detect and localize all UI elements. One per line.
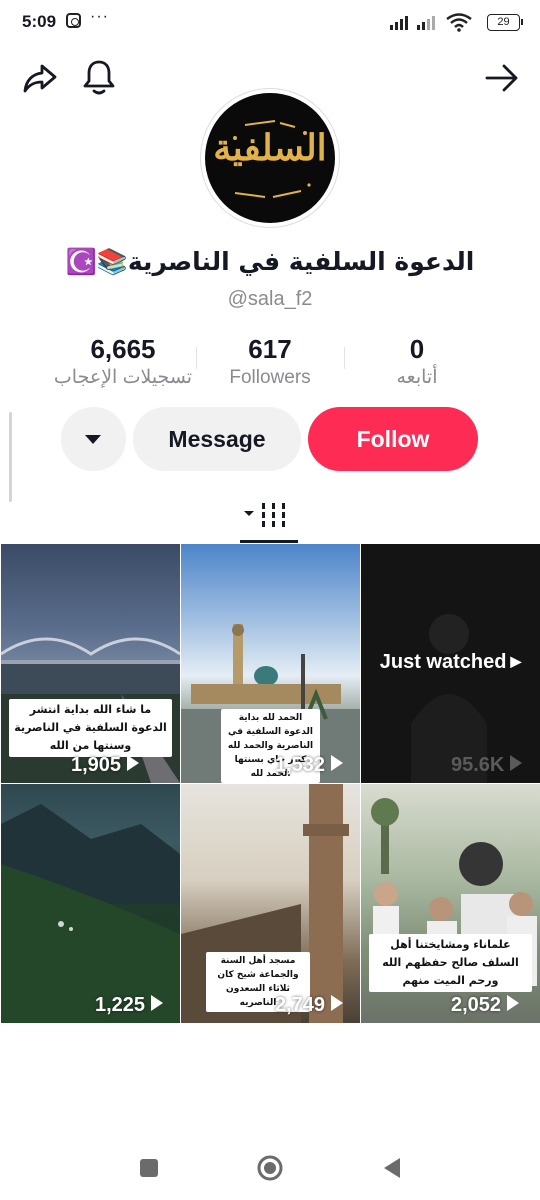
play-icon — [331, 995, 344, 1011]
status-icons: 29 — [360, 12, 523, 32]
message-button[interactable]: Message — [133, 407, 301, 471]
followers-count: 617 — [248, 334, 292, 364]
stat-followers[interactable]: 617 Followers — [195, 333, 345, 391]
avatar-calligraphy: السلفية — [213, 127, 327, 169]
video-caption: ما شاء الله بداية انتشر الدعوة السلفية ف… — [9, 699, 172, 757]
play-icon — [510, 755, 523, 771]
follow-button[interactable]: Follow — [308, 407, 478, 471]
view-count-value: 2,052 — [451, 994, 502, 1016]
view-count: 1,532 — [275, 754, 344, 777]
signal-icon — [390, 16, 408, 30]
tab-videos[interactable] — [240, 495, 298, 541]
arrow-right-icon[interactable] — [484, 62, 520, 94]
bell-icon[interactable] — [82, 58, 116, 96]
following-count: 0 — [409, 334, 425, 364]
likes-label: تسجيلات الإعجاب — [53, 367, 193, 388]
video-thumbnail[interactable]: ما شاء الله بداية انتشر الدعوة السلفية ف… — [1, 544, 180, 783]
wifi-icon — [446, 13, 472, 32]
status-bar: 5:09 ··· 29 — [0, 0, 540, 46]
recents-icon[interactable] — [138, 1157, 160, 1179]
video-thumbnail[interactable]: علماناء ومشايختنا أهل السلف صالح حفظهم ا… — [361, 784, 540, 1023]
suggested-accounts-button[interactable] — [61, 407, 126, 471]
status-time: 5:09 — [22, 12, 57, 31]
video-thumbnail-watched[interactable]: Just watched ▶ 95.6K — [361, 544, 540, 783]
view-count: 1,905 — [71, 754, 140, 777]
view-count-value: 95.6K — [451, 754, 505, 776]
username: @sala_f2 — [227, 288, 313, 310]
video-thumbnail[interactable]: مسجد أهل السنة والجماعة شيخ كان ثلاثاء ا… — [181, 784, 360, 1023]
just-watched-text: Just watched — [379, 651, 507, 673]
view-count: 95.6K — [451, 754, 523, 777]
system-navigation-bar — [0, 1140, 540, 1200]
play-icon — [127, 755, 140, 771]
scroll-indicator — [9, 412, 12, 502]
view-count-value: 1,225 — [95, 994, 146, 1016]
followers-label: Followers — [229, 367, 311, 388]
video-thumbnail[interactable]: الحمد لله بداية الدعوة السلفية في الناصر… — [181, 544, 360, 783]
tab-indicator — [240, 540, 298, 543]
battery-icon: 29 — [487, 14, 523, 31]
videos-grid-icon — [244, 503, 285, 527]
video-caption: علماناء ومشايختنا أهل السلف صالح حفظهم ا… — [369, 934, 532, 992]
play-icon — [151, 995, 164, 1011]
avatar[interactable]: السلفية — [200, 88, 340, 228]
home-icon[interactable] — [256, 1154, 284, 1182]
mountain-image — [1, 804, 180, 1023]
view-count: 2,052 — [451, 994, 520, 1017]
share-icon[interactable] — [22, 60, 58, 96]
avatar-image: السلفية — [205, 93, 335, 223]
just-watched-label: Just watched ▶ — [361, 651, 540, 674]
video-thumbnail[interactable]: 1,225 — [1, 784, 180, 1023]
play-icon — [331, 755, 344, 771]
likes-count: 6,665 — [90, 334, 156, 364]
view-count: 2,749 — [275, 994, 344, 1017]
more-notifications-icon: ··· — [90, 8, 109, 25]
stat-following[interactable]: 0 أتابعه — [342, 333, 492, 391]
play-icon — [507, 995, 520, 1011]
instagram-notification-icon — [66, 13, 81, 28]
play-small-icon: ▶ — [510, 653, 522, 669]
stat-likes[interactable]: 6,665 تسجيلات الإعجاب — [48, 333, 198, 391]
signal-2-icon — [417, 16, 435, 30]
view-count-value: 1,532 — [275, 754, 326, 776]
caret-down-icon — [85, 435, 101, 444]
view-count-value: 2,749 — [275, 994, 326, 1016]
display-name: الدعوة السلفية في الناصرية📚☪️ — [65, 247, 475, 276]
back-icon[interactable] — [380, 1156, 404, 1180]
view-count-value: 1,905 — [71, 754, 122, 776]
view-count: 1,225 — [95, 994, 164, 1017]
following-label: أتابعه — [396, 367, 438, 388]
